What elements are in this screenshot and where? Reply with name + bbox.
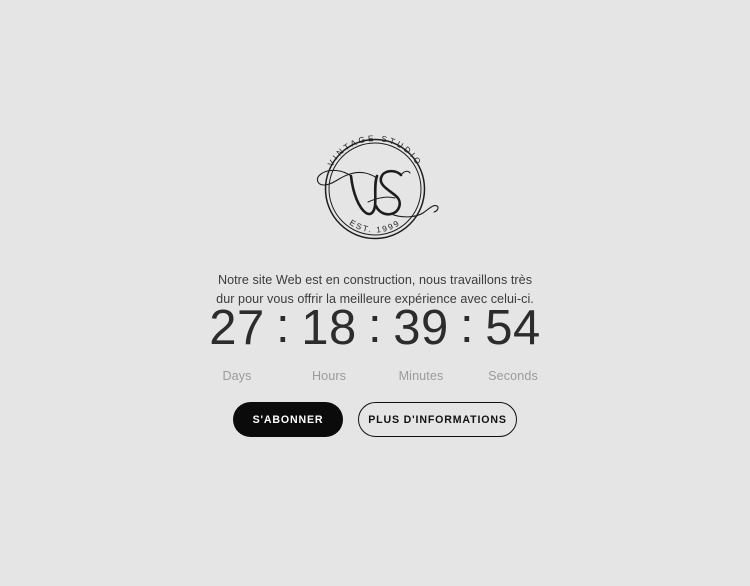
more-information-button[interactable]: PLUS D'INFORMATIONS	[358, 402, 517, 437]
subscribe-button[interactable]: S'ABONNER	[233, 402, 343, 437]
countdown-hours-value: 18	[301, 301, 357, 355]
coming-soon-page: VINTAGE STUDIO EST. 1999 Notre site Web …	[0, 0, 750, 586]
countdown-labels: Days Hours Minutes Seconds	[165, 369, 585, 383]
countdown-minutes-value: 39	[393, 301, 449, 355]
cta-button-group: S'ABONNER PLUS D'INFORMATIONS	[233, 402, 517, 437]
countdown-seconds-label: Seconds	[488, 369, 538, 383]
countdown-values: 27 : 18 : 39 : 54	[165, 299, 585, 356]
countdown-separator: :	[275, 299, 291, 353]
countdown-hours-label: Hours	[311, 369, 347, 383]
countdown-seconds-value: 54	[485, 301, 541, 355]
logo-container: VINTAGE STUDIO EST. 1999	[0, 128, 750, 250]
countdown-minutes-label: Minutes	[398, 369, 444, 383]
svg-text:VINTAGE STUDIO: VINTAGE STUDIO	[326, 134, 424, 168]
svg-text:EST. 1999: EST. 1999	[348, 218, 402, 235]
vintage-studio-logo-icon: VINTAGE STUDIO EST. 1999	[316, 134, 439, 240]
countdown-days-label: Days	[222, 369, 252, 383]
countdown-separator: :	[367, 299, 383, 353]
countdown-days-value: 27	[209, 301, 265, 355]
countdown-separator: :	[459, 299, 475, 353]
countdown-timer: 27 : 18 : 39 : 54 Days Hours Minutes Sec…	[165, 299, 585, 383]
